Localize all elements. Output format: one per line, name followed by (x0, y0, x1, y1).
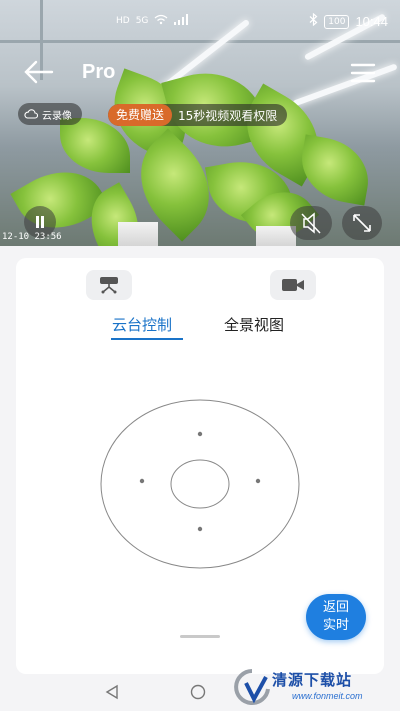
video-timestamp: 12-10 23:56 (2, 232, 62, 242)
promo-badge: 免费赠送 (108, 104, 173, 126)
tab-panorama-view[interactable]: 全景视图 (224, 314, 284, 335)
joystick-down-dot[interactable] (197, 526, 203, 532)
clock: 10:44 (355, 14, 388, 29)
menu-button[interactable] (348, 62, 378, 84)
cloud-recording-button[interactable]: 云录像 (18, 103, 82, 125)
status-left-icons: HD 5G (116, 14, 190, 28)
watermark-emblem-icon (234, 669, 270, 705)
status-bar: HD 5G 100 10:44 (0, 0, 400, 44)
wifi-icon (154, 14, 168, 28)
return-live-line1: 返回 (322, 600, 349, 615)
menu-icon (350, 63, 376, 83)
watermark-url: www.fonmeit.com (292, 691, 363, 701)
return-live-button[interactable]: 返回 实时 (306, 594, 366, 640)
nav-home-icon[interactable] (190, 684, 206, 700)
active-tab-indicator (111, 338, 183, 340)
tab-ptz-control[interactable]: 云台控制 (112, 314, 172, 335)
bluetooth-icon (309, 12, 318, 30)
signal-icon (174, 14, 190, 28)
ptz-joystick[interactable] (100, 399, 300, 569)
fullscreen-button[interactable] (342, 206, 382, 240)
ptz-mode-button[interactable] (86, 270, 132, 300)
back-button[interactable] (22, 58, 56, 86)
joystick-left-dot[interactable] (139, 478, 145, 484)
drag-handle[interactable] (180, 635, 220, 638)
cloud-recording-label: 云录像 (42, 110, 72, 122)
video-mode-button[interactable] (270, 270, 316, 300)
video-camera-icon (282, 279, 304, 291)
network-indicator: 5G (135, 16, 149, 26)
speaker-muted-icon (301, 212, 321, 234)
joystick-right-dot[interactable] (255, 478, 261, 484)
battery-icon: 100 (324, 14, 350, 29)
hd-indicator: HD (116, 16, 130, 26)
nav-back-icon[interactable] (104, 684, 120, 700)
watermark-logo: 清源下载站 www.fonmeit.com (232, 665, 382, 709)
page-title: Pro (82, 61, 116, 83)
mute-button[interactable] (290, 206, 332, 240)
promo-text: 15秒视频观看权限 (178, 108, 278, 123)
return-live-line2: 实时 (322, 618, 349, 633)
control-panel: 云台控制 全景视图 返回 实时 (16, 258, 384, 674)
ptz-camera-icon (100, 277, 118, 294)
cloud-icon (24, 109, 38, 119)
expand-icon (353, 214, 371, 232)
back-arrow-icon (24, 60, 54, 84)
promo-banner[interactable]: 免费赠送 15秒视频观看权限 (108, 104, 288, 126)
watermark-text: 清源下载站 (272, 671, 353, 689)
joystick-up-dot[interactable] (197, 431, 203, 437)
